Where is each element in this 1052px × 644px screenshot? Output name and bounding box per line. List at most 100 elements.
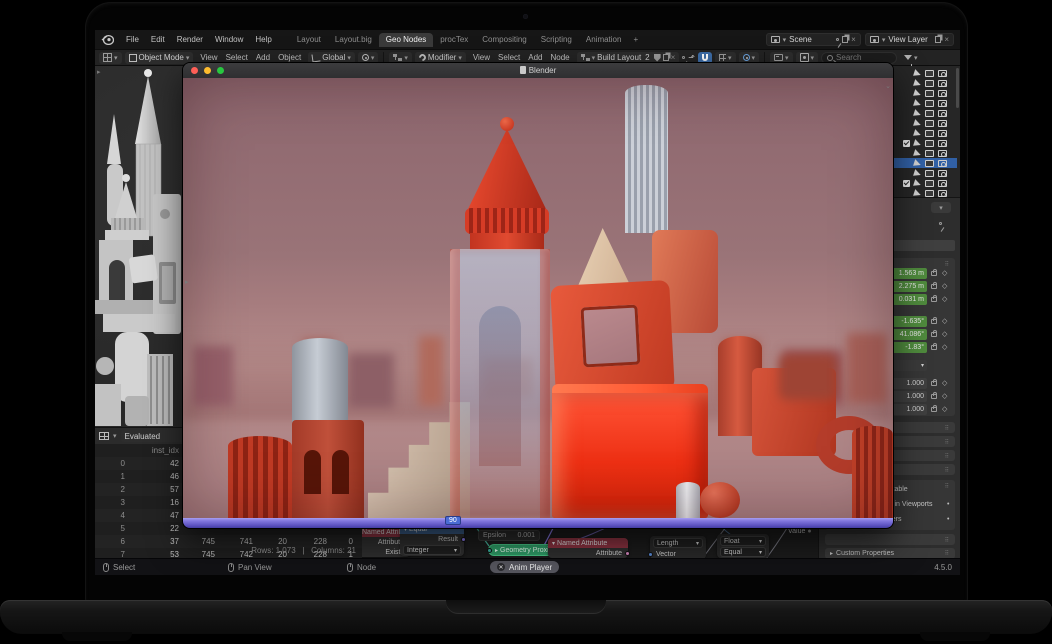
selectable-pointer-icon[interactable]: [913, 99, 922, 108]
region-expand-arrow[interactable]: ▸: [185, 278, 189, 286]
add-workspace-button[interactable]: +: [628, 35, 643, 44]
node-tree-selector[interactable]: ▾ Build Layout 2 ×: [577, 52, 680, 64]
epsilon-field[interactable]: Epsilon 0.001: [478, 530, 540, 541]
pin-icon[interactable]: [682, 56, 685, 59]
keyframe-diamond-icon[interactable]: ◇: [942, 318, 947, 325]
lock-icon[interactable]: [931, 319, 937, 324]
viewport-menu-object[interactable]: Object: [274, 53, 305, 62]
properties-breadcrumb-toggle[interactable]: ▾: [931, 202, 951, 213]
collapsed-panel[interactable]: ⠿: [825, 534, 955, 545]
lock-icon[interactable]: [931, 297, 937, 302]
pin-icon[interactable]: [836, 38, 839, 41]
selectable-pointer-icon[interactable]: [913, 109, 922, 118]
viewport-menu-view[interactable]: View: [196, 53, 221, 62]
tab-animation[interactable]: Animation: [579, 33, 629, 47]
users-count[interactable]: 2: [643, 53, 651, 62]
proportional-edit-dropdown[interactable]: ▾: [739, 52, 760, 64]
decorator-dot[interactable]: •: [947, 516, 949, 523]
tab-layout[interactable]: Layout: [290, 33, 328, 47]
tab-proctex[interactable]: procTex: [433, 33, 475, 47]
selectable-pointer-icon[interactable]: [913, 179, 922, 188]
selectable-pointer-icon[interactable]: [913, 69, 922, 78]
node-header[interactable]: ▾Named Attribute: [548, 538, 628, 548]
monitor-visibility-icon[interactable]: [925, 170, 934, 177]
fake-user-shield-icon[interactable]: [654, 54, 661, 62]
tab-layout-big[interactable]: Layout.big: [328, 33, 379, 47]
keyframe-diamond-icon[interactable]: ◇: [942, 296, 947, 303]
render-window[interactable]: Blender: [183, 63, 893, 528]
menu-render[interactable]: Render: [171, 35, 209, 44]
mode-dropdown[interactable]: Object Mode ▾: [125, 52, 194, 64]
keyframe-diamond-icon[interactable]: ◇: [942, 331, 947, 338]
selectable-pointer-icon[interactable]: [913, 159, 922, 168]
node-dropdown[interactable]: Float▾: [720, 536, 766, 546]
monitor-visibility-icon[interactable]: [925, 140, 934, 147]
menu-edit[interactable]: Edit: [145, 35, 171, 44]
camera-render-icon[interactable]: [938, 150, 947, 157]
editor-type-viewport[interactable]: ▾: [99, 52, 122, 64]
viewport-menu-add[interactable]: Add: [252, 53, 274, 62]
selectable-pointer-icon[interactable]: [913, 129, 922, 138]
keyframe-diamond-icon[interactable]: ◇: [942, 344, 947, 351]
lock-icon[interactable]: [931, 284, 937, 289]
node-equal[interactable]: ▾Equal Result Integer▾: [400, 524, 464, 556]
node-menu-node[interactable]: Node: [547, 53, 574, 62]
camera-render-icon[interactable]: [938, 100, 947, 107]
keyframe-diamond-icon[interactable]: ◇: [942, 283, 947, 290]
selectable-pointer-icon[interactable]: [913, 119, 922, 128]
node-dropdown[interactable]: Equal▾: [720, 547, 766, 557]
node-tree-type-dropdown[interactable]: Modifier ▾: [415, 52, 466, 64]
menu-file[interactable]: File: [120, 35, 145, 44]
lock-icon[interactable]: [931, 332, 937, 337]
node-named-attribute-b[interactable]: ▾Named Attribute Attribute: [548, 538, 628, 558]
tab-geo-nodes[interactable]: Geo Nodes: [379, 33, 433, 47]
menu-help[interactable]: Help: [249, 35, 277, 44]
selectable-pointer-icon[interactable]: [913, 169, 922, 178]
node-dropdown[interactable]: Integer▾: [403, 545, 461, 555]
node-vector-math[interactable]: Length▾ Vector: [650, 536, 706, 558]
close-icon[interactable]: ×: [944, 36, 949, 44]
close-icon[interactable]: ×: [671, 54, 676, 62]
new-copy-icon[interactable]: [842, 36, 848, 43]
node-menu-view[interactable]: View: [469, 53, 494, 62]
anim-player-indicator[interactable]: ✕ Anim Player: [490, 561, 559, 573]
go-to-parent-icon[interactable]: ⬏: [688, 53, 695, 62]
selectable-pointer-icon[interactable]: [913, 139, 922, 148]
monitor-visibility-icon[interactable]: [925, 90, 934, 97]
orientation-dropdown[interactable]: Global ▾: [308, 52, 355, 64]
camera-render-icon[interactable]: [938, 120, 947, 127]
view-layer-selector[interactable]: ▾ View Layer ×: [865, 33, 954, 46]
node-menu-select[interactable]: Select: [494, 53, 524, 62]
camera-render-icon[interactable]: [938, 140, 947, 147]
camera-render-icon[interactable]: [938, 80, 947, 87]
node-dropdown[interactable]: Length▾: [653, 538, 703, 548]
monitor-visibility-icon[interactable]: [925, 80, 934, 87]
lock-icon[interactable]: [931, 407, 937, 412]
view-layer-name[interactable]: View Layer: [888, 35, 932, 44]
camera-render-icon[interactable]: [938, 110, 947, 117]
region-expand-arrow[interactable]: ⌄: [885, 82, 891, 90]
decorator-dot[interactable]: •: [947, 501, 949, 508]
panel-grip[interactable]: ⠿: [945, 483, 950, 490]
selectable-pointer-icon[interactable]: [913, 79, 922, 88]
camera-render-icon[interactable]: [938, 130, 947, 137]
menu-window[interactable]: Window: [209, 35, 249, 44]
scene-name[interactable]: Scene: [789, 35, 833, 44]
camera-render-icon[interactable]: [938, 70, 947, 77]
keyframe-diamond-icon[interactable]: ◇: [942, 406, 947, 413]
editor-type-nodes[interactable]: ▾: [389, 52, 412, 64]
monitor-visibility-icon[interactable]: [925, 180, 934, 187]
node-tree-name[interactable]: Build Layout: [597, 53, 641, 62]
tab-scripting[interactable]: Scripting: [534, 33, 579, 47]
window-titlebar[interactable]: Blender: [183, 63, 893, 78]
monitor-visibility-icon[interactable]: [925, 120, 934, 127]
keyframe-diamond-icon[interactable]: ◇: [942, 270, 947, 277]
filter-dropdown[interactable]: ▾: [900, 52, 922, 64]
monitor-visibility-icon[interactable]: [925, 100, 934, 107]
selectable-pointer-icon[interactable]: [913, 149, 922, 158]
tab-compositing[interactable]: Compositing: [475, 33, 533, 47]
lock-icon[interactable]: [931, 345, 937, 350]
new-copy-icon[interactable]: [935, 36, 941, 43]
lock-icon[interactable]: [931, 271, 937, 276]
snap-with-dropdown[interactable]: ▾: [715, 52, 736, 64]
